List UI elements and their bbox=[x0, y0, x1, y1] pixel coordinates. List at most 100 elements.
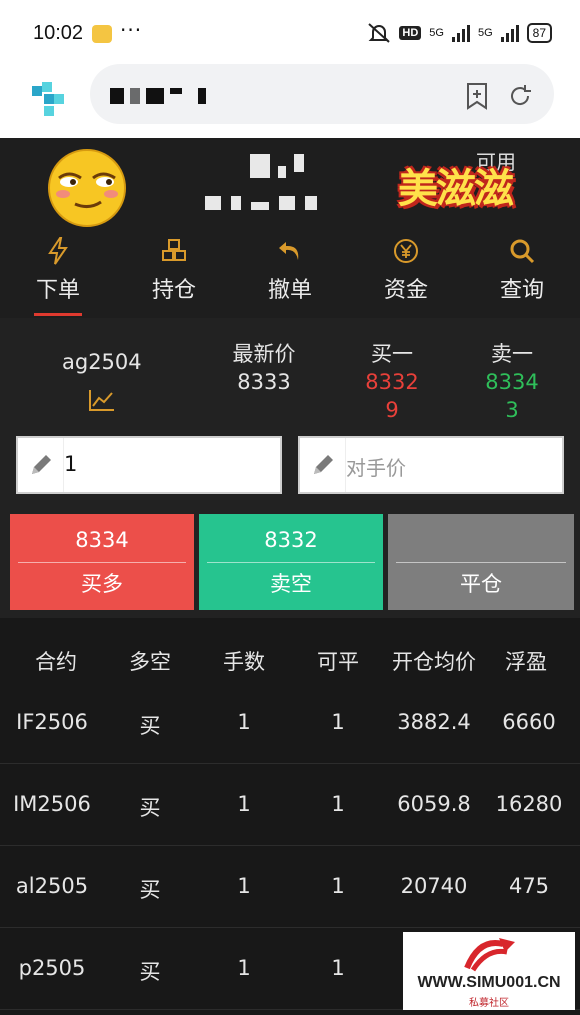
account-balance-redacted bbox=[205, 196, 317, 210]
hd-badge: HD bbox=[399, 26, 422, 40]
search-icon bbox=[510, 239, 535, 264]
watermark-site: WWW.SIMU001.CN bbox=[417, 974, 561, 991]
tab-funds[interactable]: 资金 bbox=[348, 228, 464, 318]
refresh-icon[interactable] bbox=[506, 82, 534, 110]
lightning-icon bbox=[48, 237, 68, 265]
close-position-button[interactable]: 平仓 bbox=[388, 514, 574, 610]
quantity-field[interactable]: 1 bbox=[16, 436, 282, 494]
app-logo-icon bbox=[32, 82, 64, 116]
site-watermark: WWW.SIMU001.CN 私募社区 bbox=[403, 932, 575, 1010]
table-row[interactable]: al2505 买 1 1 20740 475 bbox=[0, 846, 580, 928]
app-notification-icon bbox=[92, 25, 112, 43]
header-side: 多空 bbox=[129, 650, 171, 674]
quantity-value: 1 bbox=[64, 452, 78, 476]
signal-icon-2 bbox=[500, 24, 519, 42]
header-pnl: 浮盈 bbox=[505, 650, 547, 674]
last-price-label: 最新价 bbox=[232, 342, 296, 366]
order-actions: 8334 买多 8332 卖空 平仓 bbox=[0, 510, 580, 618]
bookmark-add-icon[interactable] bbox=[464, 82, 490, 110]
cell-contract: p2505 bbox=[18, 956, 86, 980]
cell-contract: al2505 bbox=[15, 874, 89, 898]
pencil-icon bbox=[300, 438, 346, 492]
buy-long-button[interactable]: 8334 买多 bbox=[10, 514, 194, 610]
url-text-redacted bbox=[110, 88, 206, 104]
close-label: 平仓 bbox=[460, 572, 502, 596]
account-name-redacted bbox=[250, 154, 304, 178]
cell-avg-price: 3882.4 bbox=[397, 710, 471, 734]
tab-label: 查询 bbox=[499, 278, 544, 303]
last-price-column: 最新价 8333 bbox=[222, 340, 306, 396]
contract-code[interactable]: ag2504 bbox=[62, 350, 142, 374]
trade-tab-bar: 下单 持仓 撤单 资金 查询 bbox=[0, 228, 580, 318]
sell-price: 8332 bbox=[264, 528, 318, 552]
tab-label: 资金 bbox=[383, 278, 428, 303]
cell-lots: 1 bbox=[237, 792, 251, 816]
cell-avg-price: 6059.8 bbox=[397, 792, 471, 816]
quote-panel: ag2504 最新价 8333 买一 8332 9 卖一 8334 3 bbox=[0, 318, 580, 428]
tab-positions[interactable]: 持仓 bbox=[116, 228, 232, 318]
network-label-1: 5G bbox=[429, 27, 444, 39]
yen-coin-icon bbox=[394, 239, 418, 263]
cell-contract: IF2506 bbox=[16, 710, 88, 734]
header-avg-price: 开仓均价 bbox=[392, 650, 476, 674]
watermark-logo-icon bbox=[464, 938, 515, 972]
cell-lots: 1 bbox=[237, 956, 251, 980]
status-indicators: HD 5G 5G 87 bbox=[367, 22, 552, 44]
ask-volume: 3 bbox=[505, 398, 519, 422]
tab-cancel-order[interactable]: 撤单 bbox=[232, 228, 348, 318]
bid-volume: 9 bbox=[385, 398, 399, 422]
cell-lots: 1 bbox=[237, 874, 251, 898]
muted-bell-icon bbox=[368, 23, 391, 43]
more-notifications-icon: ··· bbox=[120, 18, 143, 42]
buy-label: 买多 bbox=[81, 572, 123, 596]
cell-closable: 1 bbox=[331, 792, 345, 816]
cell-closable: 1 bbox=[331, 874, 345, 898]
header-contract: 合约 bbox=[35, 650, 77, 674]
cell-side: 买 bbox=[139, 714, 161, 738]
watermark-subtitle: 私募社区 bbox=[469, 998, 509, 1009]
cell-side: 买 bbox=[139, 796, 161, 820]
price-placeholder: 对手价 bbox=[346, 456, 406, 480]
smirk-emoji-icon bbox=[48, 149, 126, 227]
cell-contract: IM2506 bbox=[13, 792, 91, 816]
order-inputs: 1 对手价 bbox=[0, 428, 580, 510]
account-header: 可用 美滋滋 bbox=[0, 138, 580, 228]
header-closable: 可平 bbox=[317, 650, 359, 674]
tab-label: 持仓 bbox=[151, 278, 196, 303]
bid-label: 买一 bbox=[371, 342, 413, 366]
table-row[interactable]: IF2506 买 1 1 3882.4 6660 bbox=[0, 682, 580, 764]
price-field[interactable]: 对手价 bbox=[298, 436, 564, 494]
sticker-text: 美滋滋 bbox=[398, 165, 514, 212]
table-row[interactable]: IM2506 买 1 1 6059.8 16280 bbox=[0, 764, 580, 846]
battery-icon: 87 bbox=[526, 23, 552, 43]
cell-pnl: 6660 bbox=[502, 710, 556, 734]
buy-price: 8334 bbox=[75, 528, 129, 552]
cell-avg-price: 20740 bbox=[400, 874, 468, 898]
browser-address-area bbox=[0, 60, 580, 138]
signal-icon-1 bbox=[451, 24, 470, 42]
ask-price: 8334 bbox=[485, 370, 539, 394]
ask-label: 卖一 bbox=[491, 342, 533, 366]
tab-label: 下单 bbox=[35, 278, 80, 303]
sell-label: 卖空 bbox=[270, 572, 312, 596]
url-bar[interactable] bbox=[90, 64, 554, 124]
cell-closable: 1 bbox=[331, 710, 345, 734]
chart-icon[interactable] bbox=[88, 388, 116, 412]
bid-column[interactable]: 买一 8332 9 bbox=[354, 340, 430, 424]
cell-closable: 1 bbox=[331, 956, 345, 980]
undo-icon bbox=[279, 242, 299, 260]
sell-short-button[interactable]: 8332 卖空 bbox=[199, 514, 383, 610]
bid-price: 8332 bbox=[365, 370, 419, 394]
cell-pnl: 475 bbox=[508, 874, 550, 898]
tab-query[interactable]: 查询 bbox=[464, 228, 580, 318]
cell-side: 买 bbox=[139, 960, 161, 984]
ask-column[interactable]: 卖一 8334 3 bbox=[474, 340, 550, 424]
cell-pnl: 16280 bbox=[495, 792, 563, 816]
boxes-icon bbox=[162, 239, 186, 261]
status-time: 10:02 bbox=[33, 22, 84, 44]
pencil-icon bbox=[18, 438, 64, 492]
cell-side: 买 bbox=[139, 878, 161, 902]
last-price-value: 8333 bbox=[237, 370, 291, 394]
status-bar: 10:02 ··· HD 5G 5G 87 bbox=[0, 0, 580, 60]
tab-place-order[interactable]: 下单 bbox=[0, 228, 116, 318]
